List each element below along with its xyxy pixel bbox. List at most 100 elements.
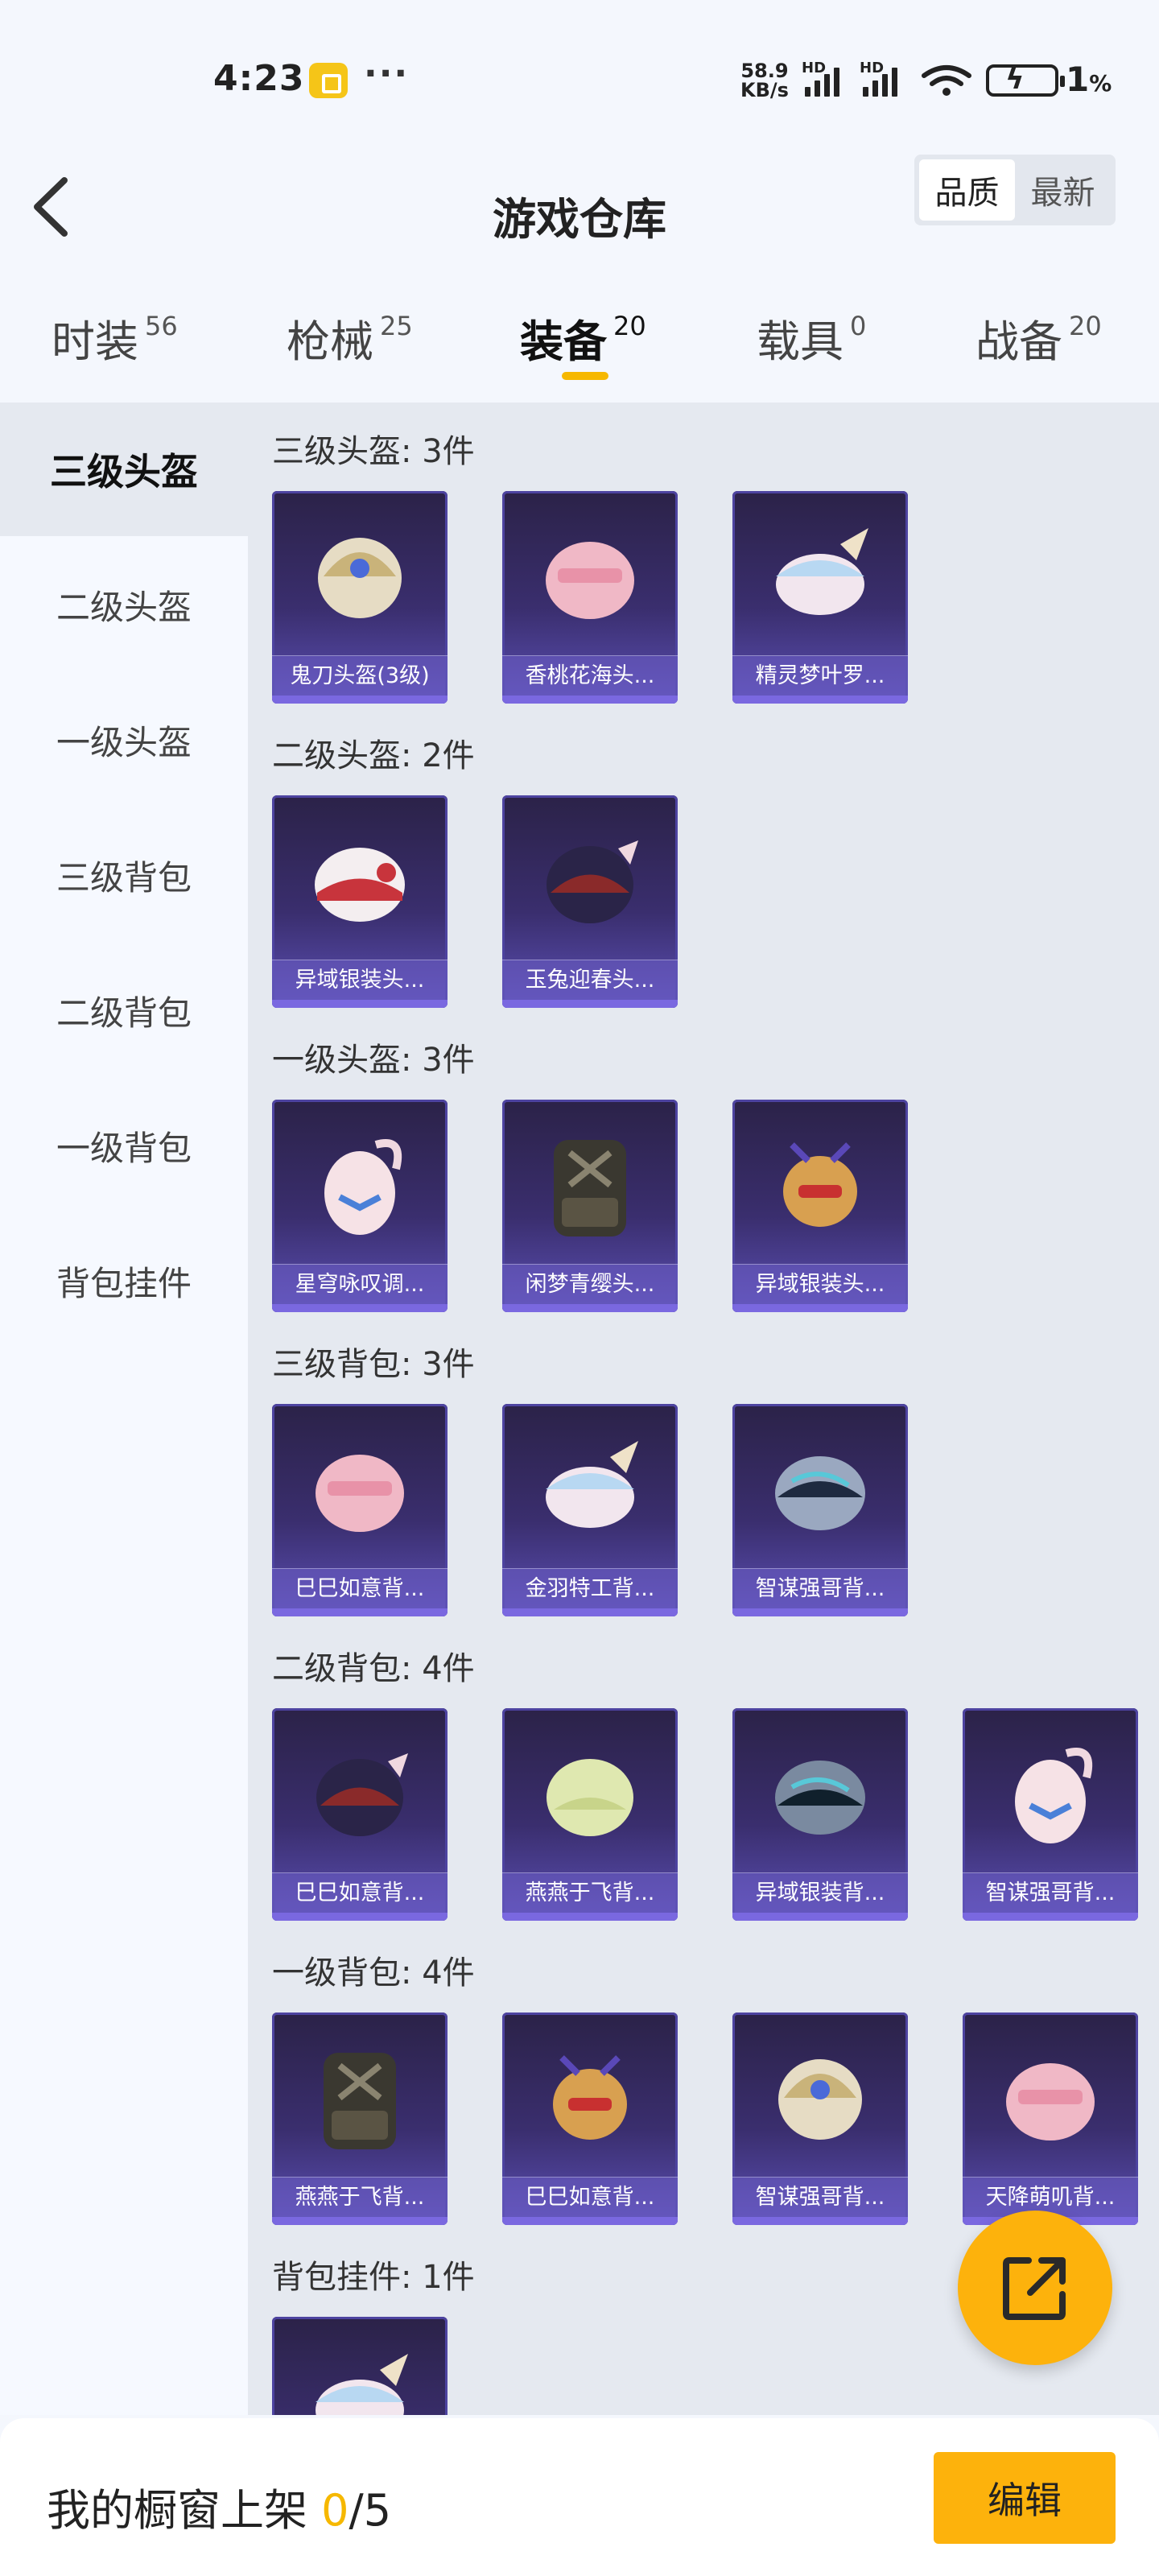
wifi-icon (922, 65, 971, 96)
item-image (324, 1139, 402, 1235)
item-image (547, 840, 638, 923)
item-image (316, 1753, 408, 1836)
item-card[interactable]: 燕燕于飞背... (272, 2013, 448, 2225)
item-card[interactable] (272, 2317, 448, 2415)
tab-label: 时装 (52, 316, 138, 367)
item-card[interactable]: 智谋强哥背... (732, 1404, 908, 1616)
item-image (546, 542, 634, 619)
item-quality-bar (502, 1913, 678, 1921)
item-quality-bar (502, 696, 678, 704)
section-title: 二级头盔: 2件 (272, 737, 475, 774)
item-name: 燕燕于飞背... (272, 2177, 448, 2217)
sidebar-item-level3-helmet[interactable]: 三级头盔 (0, 402, 248, 536)
item-quality-bar (732, 2217, 908, 2225)
item-name: 异域银装头... (272, 960, 448, 1000)
item-card[interactable]: 智谋强哥背... (732, 2013, 908, 2225)
network-speed: 58.9 KB/s (740, 61, 789, 100)
item-image (1006, 2063, 1095, 2140)
item-image (1015, 1748, 1093, 1843)
item-card[interactable]: 精灵梦叶罗... (732, 491, 908, 704)
sort-quality-button[interactable]: 品质 (919, 159, 1015, 221)
item-quality-bar (502, 1304, 678, 1312)
item-name: 异域银装头... (732, 1264, 908, 1304)
sort-toggle: 品质 最新 (914, 155, 1116, 225)
item-image (316, 2354, 408, 2415)
item-card[interactable]: 巳巳如意背... (502, 2013, 678, 2225)
item-image (547, 1759, 633, 1836)
tab-firearms[interactable]: 枪械 25 (287, 306, 413, 369)
network-speed-unit: KB/s (740, 79, 789, 101)
signal-icon: HD (802, 60, 839, 97)
item-card[interactable]: 鬼刀头盔(3级) (272, 491, 448, 704)
battery-icon: ϟ (986, 63, 1065, 97)
item-name: 金羽特工背... (502, 1568, 678, 1608)
section-title: 三级背包: 3件 (272, 1346, 475, 1383)
tab-label: 载具 (757, 316, 843, 367)
item-card[interactable]: 巳巳如意背... (272, 1404, 448, 1616)
battery-percent: 1% (1066, 60, 1112, 99)
sidebar-item-level1-helmet[interactable]: 一级头盔 (0, 673, 248, 807)
item-name: 精灵梦叶罗... (732, 655, 908, 696)
item-image (775, 1456, 865, 1530)
item-quality-bar (963, 1913, 1138, 1921)
item-name: 闲梦青缨头... (502, 1264, 678, 1304)
item-name: 星穹咏叹调... (272, 1264, 448, 1304)
notification-app-icon (309, 63, 348, 98)
sidebar-item-level3-backpack[interactable]: 三级背包 (0, 808, 248, 942)
sort-latest-button[interactable]: 最新 (1015, 159, 1111, 221)
external-link-icon (1003, 2257, 1066, 2320)
tab-fashion[interactable]: 时装 56 (52, 306, 178, 369)
tab-label: 装备 (520, 316, 607, 367)
battery-unit: % (1089, 70, 1112, 97)
item-card[interactable]: 燕燕于飞背... (502, 1708, 678, 1921)
sidebar-item-backpack-charm[interactable]: 背包挂件 (0, 1214, 248, 1348)
share-button[interactable] (958, 2211, 1112, 2365)
item-quality-bar (272, 1000, 448, 1008)
item-quality-bar (272, 2217, 448, 2225)
item-name: 异域银装背... (732, 1872, 908, 1913)
tab-vehicles[interactable]: 载具 0 (757, 306, 866, 369)
network-speed-value: 58.9 (740, 60, 789, 82)
hd-tag-2: HD (860, 60, 885, 76)
item-quality-bar (502, 2217, 678, 2225)
item-card[interactable]: 闲梦青缨头... (502, 1100, 678, 1312)
sidebar: 三级头盔 二级头盔 一级头盔 三级背包 二级背包 一级背包 背包挂件 (0, 402, 248, 2415)
tab-count: 0 (850, 311, 867, 341)
tab-label: 枪械 (287, 316, 373, 367)
item-grid: 三级头盔: 3件 鬼刀头盔(3级) 香桃花海头... 精灵梦叶罗... 二级头盔: 2件… (248, 402, 1159, 2415)
edit-button[interactable]: 编辑 (934, 2452, 1116, 2544)
tab-count: 56 (145, 311, 178, 341)
item-card[interactable]: 金羽特工背... (502, 1404, 678, 1616)
item-name: 燕燕于飞背... (502, 1872, 678, 1913)
item-card[interactable]: 玉兔迎春头... (502, 795, 678, 1008)
item-image (315, 848, 405, 922)
section-title: 二级背包: 4件 (272, 1650, 475, 1687)
tab-active-indicator (562, 372, 608, 380)
item-image (783, 1142, 857, 1227)
item-image (554, 1140, 626, 1236)
section-title: 一级背包: 4件 (272, 1955, 475, 1992)
item-card[interactable]: 星穹咏叹调... (272, 1100, 448, 1312)
item-card[interactable]: 智谋强哥背... (963, 1708, 1138, 1921)
item-card[interactable]: 巳巳如意背... (272, 1708, 448, 1921)
sidebar-item-level2-helmet[interactable]: 二级头盔 (0, 538, 248, 671)
item-card[interactable]: 天降萌叽背... (963, 2013, 1138, 2225)
battery-value: 1 (1066, 60, 1090, 99)
item-name: 智谋强哥背... (732, 2177, 908, 2217)
category-tabs: 时装 56 枪械 25 装备 20 载具 0 战备 20 (0, 290, 1159, 394)
item-image (553, 2055, 627, 2140)
tab-combat-gear[interactable]: 战备 20 (975, 306, 1102, 369)
sidebar-item-level2-backpack[interactable]: 二级背包 (0, 943, 248, 1077)
item-card[interactable]: 异域银装头... (732, 1100, 908, 1312)
item-name: 智谋强哥背... (732, 1568, 908, 1608)
item-card[interactable]: 异域银装背... (732, 1708, 908, 1921)
item-quality-bar (502, 1000, 678, 1008)
tab-equipment[interactable]: 装备 20 (520, 306, 646, 369)
item-card[interactable]: 异域银装头... (272, 795, 448, 1008)
tab-count: 20 (613, 311, 646, 341)
sidebar-item-level1-backpack[interactable]: 一级背包 (0, 1079, 248, 1212)
item-card[interactable]: 香桃花海头... (502, 491, 678, 704)
item-name: 鬼刀头盔(3级) (272, 655, 448, 696)
item-image (316, 1455, 404, 1532)
showcase-total: /5 (349, 2485, 392, 2536)
